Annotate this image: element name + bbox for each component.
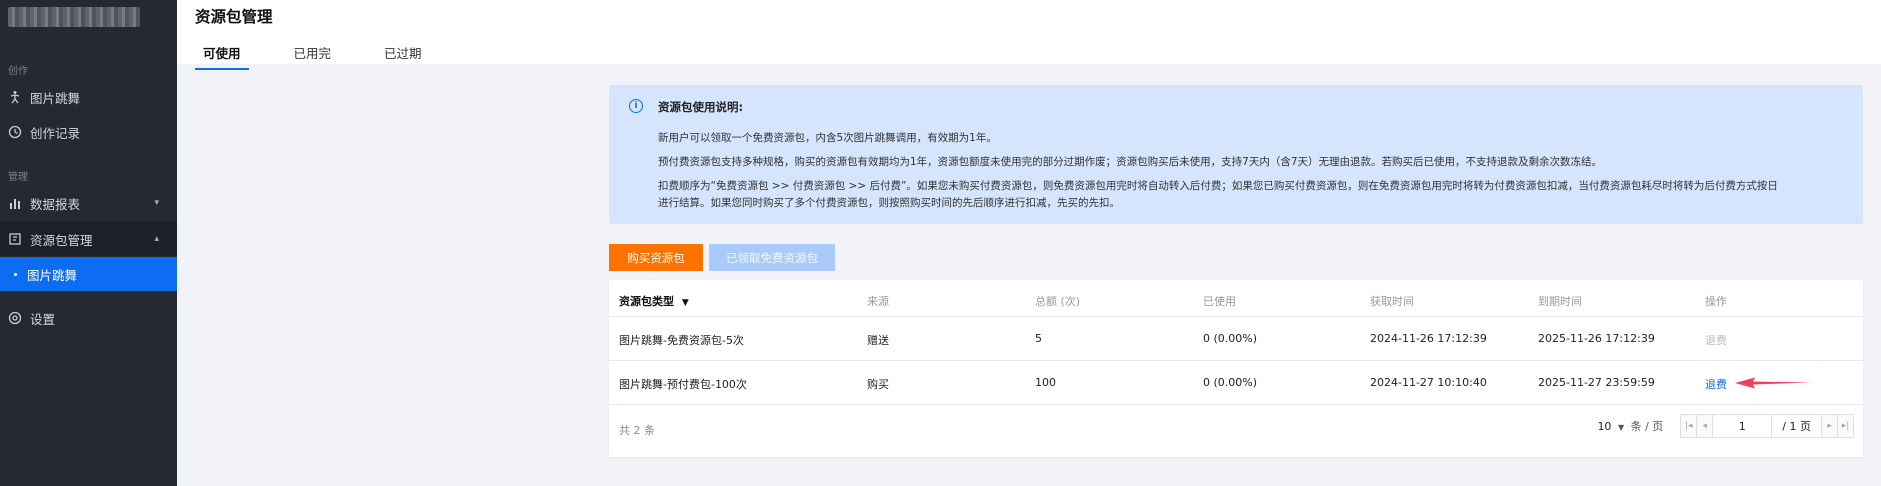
first-page-button[interactable]: |◂	[1680, 414, 1698, 438]
refund-link-disabled: 退费	[1705, 334, 1727, 347]
column-header-actions: 操作	[1705, 295, 1727, 308]
bar-chart-icon	[8, 196, 22, 210]
cell-total: 100	[1035, 376, 1056, 389]
annotation-arrow-icon	[1735, 377, 1811, 389]
sidebar-item-label: 数据报表	[30, 196, 81, 212]
cell-acquired: 2024-11-27 10:10:40	[1370, 376, 1487, 389]
cell-total: 5	[1035, 332, 1042, 345]
refund-link[interactable]: 退费	[1705, 376, 1727, 392]
table-row: 图片跳舞-免费资源包-5次 赠送 5 0 (0.00%) 2024-11-26 …	[609, 317, 1863, 361]
column-header-type[interactable]: 资源包类型 ▼	[619, 293, 689, 309]
cell-type: 图片跳舞-免费资源包-5次	[619, 334, 744, 347]
sidebar: 创作 图片跳舞 创作记录 管理 数据报表 ▾ 资源包管理 ▴ 图片跳舞 设置	[0, 0, 177, 486]
notice-line: 扣费顺序为“免费资源包 >> 付费资源包 >> 后付费”。如果您未购买付费资源包…	[658, 180, 1778, 192]
cell-source: 购买	[867, 378, 889, 391]
sidebar-item-package-management[interactable]: 资源包管理 ▴	[0, 222, 177, 256]
last-page-button[interactable]: ▸|	[1837, 414, 1854, 438]
total-count: 共 2 条	[619, 424, 655, 437]
page-number-input[interactable]	[1712, 414, 1773, 438]
column-header-acquired: 获取时间	[1370, 295, 1414, 308]
sidebar-item-label: 创作记录	[30, 125, 81, 141]
page-title: 资源包管理	[195, 8, 273, 26]
cell-used: 0 (0.00%)	[1203, 376, 1258, 389]
page-size-select[interactable]: 10 ▼ 条 / 页	[1597, 418, 1663, 434]
gear-icon	[8, 311, 22, 325]
cell-expires: 2025-11-27 23:59:59	[1538, 376, 1655, 389]
bullet-icon	[14, 272, 17, 276]
sidebar-item-settings[interactable]: 设置	[0, 301, 177, 335]
sidebar-item-history[interactable]: 创作记录	[0, 115, 177, 149]
column-header-expires: 到期时间	[1538, 295, 1582, 308]
buy-package-button[interactable]: 购买资源包	[609, 244, 703, 271]
notice-line: 新用户可以领取一个免费资源包，内含5次图片跳舞调用，有效期为1年。	[658, 132, 997, 144]
page-total: / 1 页	[1772, 414, 1822, 438]
notice-line: 进行结算。如果您同时购买了多个付费资源包，则按照购买时间的先后顺序进行扣减，先买…	[658, 197, 1120, 209]
usage-notice: i 资源包使用说明: 新用户可以领取一个免费资源包，内含5次图片跳舞调用，有效期…	[609, 85, 1863, 224]
sidebar-item-label: 设置	[30, 311, 56, 327]
group-title-create: 创作	[8, 66, 28, 77]
table-row: 图片跳舞-预付费包-100次 购买 100 0 (0.00%) 2024-11-…	[609, 361, 1863, 405]
free-package-claimed-button[interactable]: 已领取免费资源包	[709, 244, 835, 271]
cell-used: 0 (0.00%)	[1203, 332, 1258, 345]
prev-page-button[interactable]: ◂	[1696, 414, 1714, 438]
notice-title: 资源包使用说明:	[658, 100, 744, 114]
notice-line: 预付费资源包支持多种规格，购买的资源包有效期均为1年，资源包额度未使用完的部分过…	[658, 156, 1603, 168]
chevron-down-icon: ▾	[154, 198, 159, 208]
sidebar-item-reports[interactable]: 数据报表 ▾	[0, 186, 177, 220]
chevron-up-icon: ▴	[154, 234, 159, 244]
page-header: 资源包管理 可使用 已用完 已过期	[177, 0, 1881, 70]
pagination: 10 ▼ 条 / 页 |◂ ◂ / 1 页 ▸ ▸|	[1597, 414, 1854, 438]
tab-available[interactable]: 可使用	[195, 40, 249, 70]
sidebar-item-image-dance[interactable]: 图片跳舞	[0, 80, 177, 114]
cell-expires: 2025-11-26 17:12:39	[1538, 332, 1655, 345]
tab-bar: 可使用 已用完 已过期	[195, 40, 467, 70]
filter-icon[interactable]: ▼	[682, 298, 689, 308]
sidebar-item-label: 资源包管理	[30, 232, 93, 248]
clock-icon	[8, 125, 22, 139]
logo	[8, 7, 140, 27]
column-header-used: 已使用	[1203, 295, 1236, 308]
next-page-button[interactable]: ▸	[1821, 414, 1838, 438]
chevron-down-icon: ▼	[1617, 423, 1625, 432]
cell-acquired: 2024-11-26 17:12:39	[1370, 332, 1487, 345]
info-icon: i	[629, 99, 643, 113]
group-title-manage: 管理	[8, 172, 28, 183]
package-icon	[8, 232, 22, 246]
sidebar-item-label: 图片跳舞	[30, 90, 81, 106]
table-header: 资源包类型 ▼ 来源 总额 (次) 已使用 获取时间 到期时间 操作	[609, 280, 1863, 317]
tab-expired[interactable]: 已过期	[376, 40, 430, 70]
package-table: 资源包类型 ▼ 来源 总额 (次) 已使用 获取时间 到期时间 操作 图片跳舞-…	[609, 280, 1863, 457]
column-header-total: 总额 (次)	[1035, 295, 1081, 308]
cell-source: 赠送	[867, 334, 889, 347]
sidebar-item-label: 图片跳舞	[27, 267, 78, 283]
tab-used-up[interactable]: 已用完	[286, 40, 340, 70]
sidebar-subitem-image-dance[interactable]: 图片跳舞	[0, 257, 177, 291]
cell-type: 图片跳舞-预付费包-100次	[619, 378, 747, 391]
column-header-source: 来源	[867, 295, 889, 308]
dance-icon	[8, 90, 22, 104]
